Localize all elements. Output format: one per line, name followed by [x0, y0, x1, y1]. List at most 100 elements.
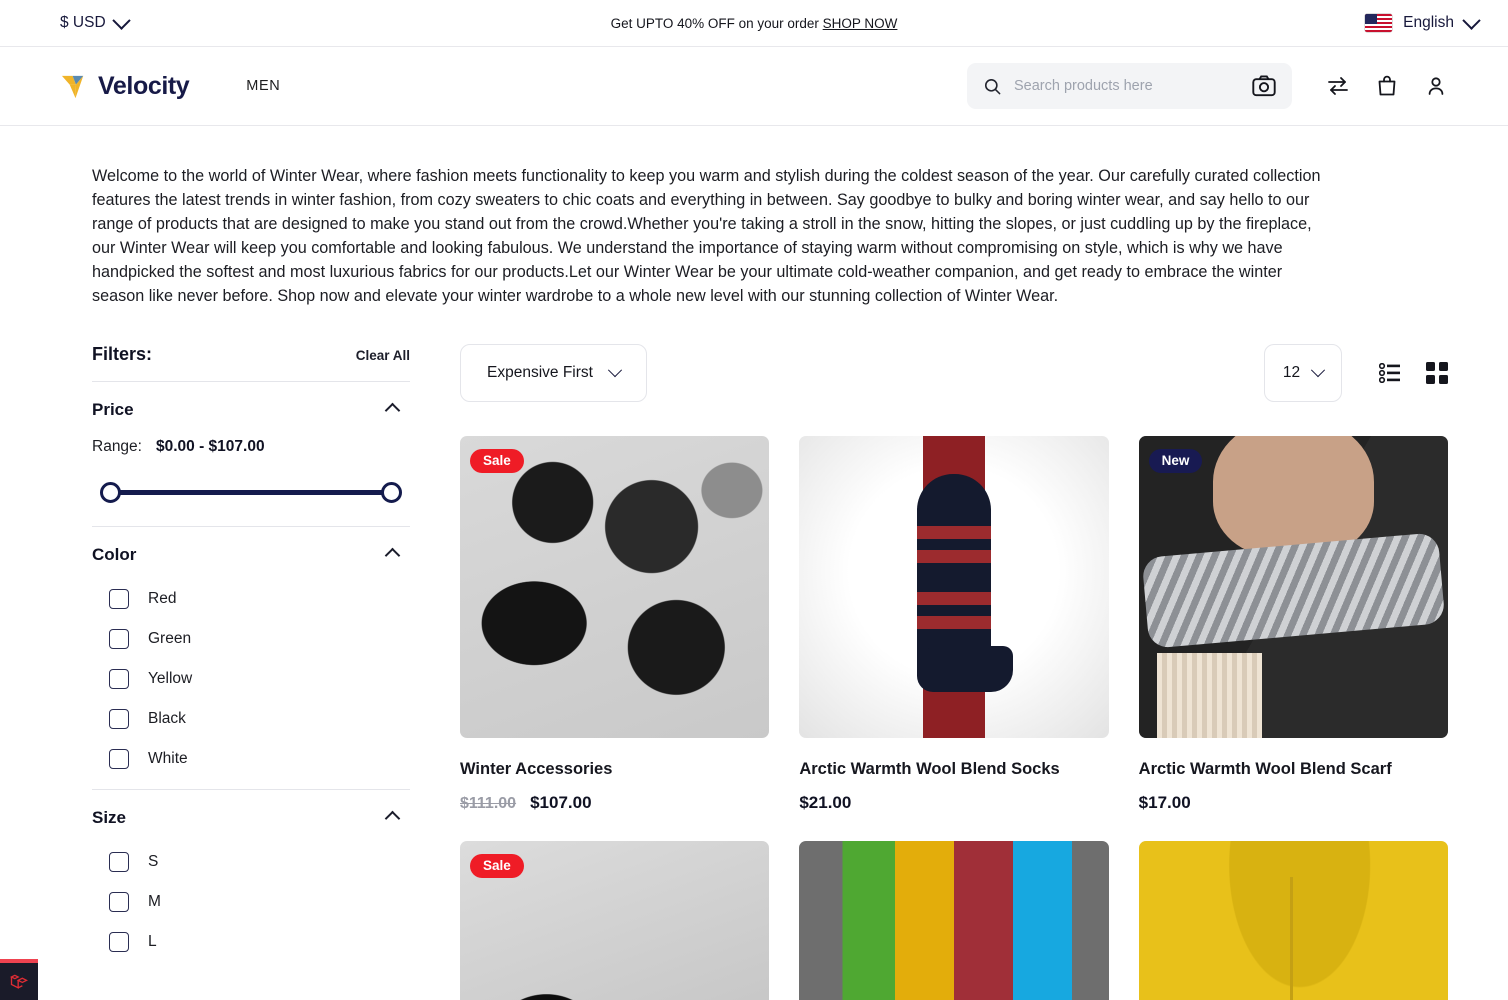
product-grid: Sale Winter Accessories $111.00 $107.00	[460, 436, 1448, 1000]
filter-color-title: Color	[92, 545, 137, 564]
per-page-dropdown[interactable]: 12	[1264, 344, 1342, 402]
price-slider-max-handle[interactable]	[381, 482, 402, 503]
wool-scarf-image	[1138, 436, 1448, 738]
compare-icon[interactable]	[1326, 74, 1350, 98]
filter-color-toggle[interactable]: Color	[92, 545, 410, 565]
color-option-green[interactable]: Green	[92, 629, 410, 649]
price-range-slider[interactable]	[100, 482, 402, 504]
size-option-label: M	[148, 893, 161, 910]
price-slider-track	[108, 490, 394, 495]
product-price-row: $111.00 $107.00	[460, 793, 769, 813]
size-option-label: L	[148, 933, 157, 950]
chevron-down-icon	[607, 363, 623, 378]
filter-price-toggle[interactable]: Price	[92, 400, 410, 420]
chevron-up-icon	[384, 810, 401, 826]
listing-toolbar: Expensive First 12	[460, 344, 1448, 402]
product-card[interactable]	[1138, 841, 1448, 1000]
checkbox-icon[interactable]	[109, 709, 129, 729]
filter-section-size: Size S M L	[92, 790, 410, 972]
product-old-price: $111.00	[460, 795, 517, 812]
product-title: Winter Accessories	[460, 760, 613, 778]
checkbox-icon[interactable]	[109, 749, 129, 769]
color-option-white[interactable]: White	[92, 749, 410, 769]
size-option-m[interactable]: M	[92, 892, 410, 912]
filter-size-toggle[interactable]: Size	[92, 808, 410, 828]
checkbox-icon[interactable]	[109, 669, 129, 689]
wool-socks-image	[799, 436, 1109, 738]
product-image[interactable]	[799, 436, 1109, 738]
color-option-black[interactable]: Black	[92, 709, 410, 729]
product-price-row: $21.00	[799, 793, 1108, 813]
product-card[interactable]: Arctic Warmth Wool Blend Socks $21.00	[799, 436, 1109, 813]
header-icon-group	[1326, 74, 1448, 98]
laravel-debugbar-toggle[interactable]	[0, 959, 38, 1000]
promo-text: Get UPTO 40% OFF on your order	[610, 15, 819, 31]
search-input[interactable]	[1014, 78, 1240, 94]
color-option-yellow[interactable]: Yellow	[92, 669, 410, 689]
product-image[interactable]: Sale	[460, 841, 770, 1000]
clear-all-button[interactable]: Clear All	[356, 348, 410, 363]
brand-logo[interactable]: Velocity	[60, 71, 190, 102]
product-image[interactable]: Sale	[460, 436, 770, 738]
grid-view-icon[interactable]	[1426, 362, 1448, 384]
price-range-row: Range: $0.00 - $107.00	[92, 438, 410, 456]
checkbox-icon[interactable]	[109, 932, 129, 952]
nav-item-men[interactable]: MEN	[246, 78, 280, 94]
filter-size-title: Size	[92, 808, 127, 827]
size-option-label: S	[148, 853, 159, 870]
product-card[interactable]: New Arctic Warmth Wool Blend Scarf $17.0…	[1138, 436, 1448, 813]
status-badge: Sale	[470, 449, 524, 473]
promo-message: Get UPTO 40% OFF on your order SHOP NOW	[0, 16, 1508, 31]
chevron-up-icon	[384, 547, 401, 563]
product-card[interactable]: Sale Winter Accessories $111.00 $107.00	[460, 436, 770, 813]
product-listing: Expensive First 12 Sale Winter Accessori…	[460, 344, 1448, 1000]
color-option-label: Green	[148, 630, 192, 647]
winter-accessories-image	[460, 436, 770, 738]
product-image[interactable]: New	[1138, 436, 1448, 738]
checkbox-icon[interactable]	[109, 589, 129, 609]
visual-search-camera-icon[interactable]	[1252, 75, 1276, 97]
size-option-l[interactable]: L	[92, 932, 410, 952]
chevron-up-icon	[384, 402, 401, 418]
currency-label: $ USD	[60, 14, 106, 31]
announcement-bar: $ USD Get UPTO 40% OFF on your order SHO…	[0, 0, 1508, 47]
list-view-icon[interactable]	[1379, 363, 1401, 383]
product-title: Arctic Warmth Wool Blend Socks	[799, 760, 1060, 778]
language-selector[interactable]: English	[1365, 10, 1481, 32]
user-account-icon[interactable]	[1424, 74, 1448, 98]
brand-name: Velocity	[98, 71, 190, 100]
sock-shape	[916, 474, 1013, 692]
color-option-label: Yellow	[148, 670, 193, 687]
per-page-value: 12	[1282, 364, 1301, 381]
product-card[interactable]: Sale	[460, 841, 770, 1000]
search-bar[interactable]	[967, 63, 1292, 109]
price-slider-min-handle[interactable]	[100, 482, 121, 503]
checkbox-icon[interactable]	[109, 852, 129, 872]
product-image[interactable]	[1138, 841, 1448, 1000]
shop-now-link[interactable]: SHOP NOW	[823, 16, 898, 31]
color-option-label: White	[148, 750, 188, 767]
product-price: $107.00	[530, 793, 592, 812]
yellow-puffer-jacket-image	[1138, 841, 1448, 1000]
filters-header: Filters: Clear All	[92, 344, 410, 382]
product-title: Arctic Warmth Wool Blend Scarf	[1138, 760, 1392, 778]
sort-dropdown[interactable]: Expensive First	[460, 344, 647, 402]
filter-section-color: Color Red Green Yellow Black White	[92, 527, 410, 790]
color-option-red[interactable]: Red	[92, 589, 410, 609]
view-mode-group	[1379, 362, 1448, 384]
status-badge: Sale	[470, 854, 524, 878]
language-label: English	[1403, 14, 1454, 31]
size-option-s[interactable]: S	[92, 852, 410, 872]
price-range-value: $0.00 - $107.00	[155, 438, 265, 455]
status-badge: New	[1148, 449, 1203, 473]
filters-title: Filters:	[92, 344, 153, 364]
product-card[interactable]	[799, 841, 1109, 1000]
filter-price-title: Price	[92, 400, 134, 419]
product-image[interactable]	[799, 841, 1109, 1000]
currency-selector[interactable]: $ USD	[60, 10, 131, 32]
shopping-bag-icon[interactable]	[1375, 74, 1399, 98]
checkbox-icon[interactable]	[109, 629, 129, 649]
filter-section-price: Price Range: $0.00 - $107.00	[92, 382, 410, 527]
checkbox-icon[interactable]	[109, 892, 129, 912]
page-body: Filters: Clear All Price Range: $0.00 - …	[0, 308, 1508, 1000]
